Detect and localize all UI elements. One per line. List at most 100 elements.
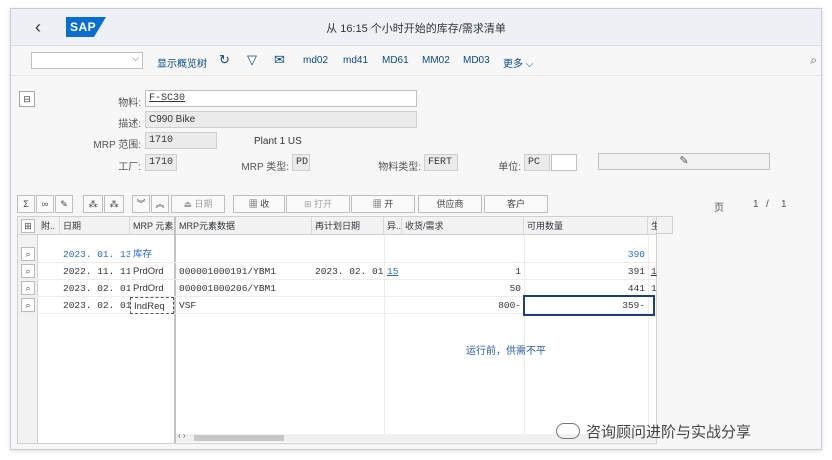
cell-date: 2022. 11. 11 [63,266,130,277]
description-field: C990 Bike [145,111,417,128]
material-label: 物料: [118,98,141,109]
md41-button[interactable]: md41 [343,55,368,66]
material-type-label: 物料类型: [378,162,421,173]
search-icon[interactable]: ⌕ [810,53,817,68]
unit-label: 单位: [498,162,521,173]
unit-extra-field[interactable] [551,154,577,171]
sum-button[interactable]: Σ [17,195,35,213]
page-label: 页 [714,203,724,214]
app-toolbar: ⌵ 显示概览树 ↻ ▽ ✉ md02 md41 MD61 MM02 MD03 更… [11,46,821,76]
watermark: 咨询顾问进阶与实战分享 [556,421,751,442]
cell-element-data: VSF [179,300,197,311]
cell-exception-link[interactable]: 15 [384,263,402,280]
mrp-area-text: Plant 1 US [254,136,302,147]
cell-extra[interactable]: 1 [648,263,658,280]
filter-icon[interactable]: ▽ [247,52,257,68]
grid-right-strip [657,216,673,234]
material-type-field: FERT [424,154,458,171]
refresh-icon[interactable]: ↻ [219,52,230,68]
more-menu[interactable]: 更多 ⌵ [503,55,533,70]
plant-label: 工厂: [118,162,141,173]
wechat-icon [556,423,580,439]
cell-element: PrdOrd [133,266,164,277]
description-label: 描述: [118,119,141,130]
edit-icon: ✎ [679,155,689,167]
vendor-button[interactable]: 供应商 [418,195,482,213]
cell-date: 2023. 01. 13 [63,249,130,260]
cell-reschedule: 2023. 02. 01 [315,266,384,277]
customer-button[interactable]: 客户 [484,195,548,213]
cell-quantity: 1 [515,266,521,277]
unit-field: PC [524,154,550,171]
mail-icon[interactable]: ✉ [274,52,285,68]
receipt-button[interactable]: ▦ 收 [233,195,285,213]
col-available-qty[interactable]: 可用数量 [524,217,648,235]
open2-button-label: 开 [384,199,394,209]
col-reschedule-date[interactable]: 再计划日期 [312,217,384,235]
mm02-button[interactable]: MM02 [422,55,450,66]
cell-element-data: 000001000191/YBM1 [179,266,276,277]
zoom-icon[interactable]: ⌕ [21,264,35,278]
scroll-thumb[interactable] [194,435,284,441]
group2-icon[interactable]: ⁂ [104,195,124,213]
more-label: 更多 [503,59,523,70]
col-date[interactable]: 日期 [60,217,130,235]
col-receipt-requirement[interactable]: 收货/需求 [402,217,524,235]
cell-date: 2023. 02. 01 [63,283,130,294]
shell-header: ‹ SAP 从 16:15 个小时开始的库存/需求清单 [11,9,821,46]
show-overview-tree-button[interactable]: 显示概览树 [157,55,207,70]
mrp-type-label: MRP 类型: [241,162,289,173]
expand-down-icon[interactable]: ︾ [132,195,150,213]
mrp-grid: ⊞ 附.. 日期 MRP 元素 MRP元素数据 再计划日期 异.. 收货/需求 … [17,216,658,444]
page-total: 1 [781,199,787,210]
scroll-arrows-icon[interactable]: ‹ › [178,431,186,440]
table-row[interactable]: ⌕ 2023. 01. 13 库存 390 [18,246,656,263]
grid-header: ⊞ 附.. 日期 MRP 元素 MRP元素数据 再计划日期 异.. 收货/需求 … [18,217,658,235]
open2-button[interactable]: ▦ 开 [351,195,415,213]
col-mrp-element[interactable]: MRP 元素 [130,217,176,235]
header-toggle-icon[interactable]: ⊟ [19,91,35,107]
group-icon[interactable]: ⁂ [83,195,103,213]
col-attachment[interactable]: 附.. [38,217,60,235]
cell-element-focused[interactable]: IndReq [130,297,174,314]
md03-button[interactable]: MD03 [463,55,490,66]
window-title: 从 16:15 个小时开始的库存/需求清单 [326,23,506,35]
cell-quantity: 800- [498,300,521,311]
mrp-area-field: 1710 [145,132,217,149]
variant-select[interactable]: ⌵ [31,52,143,69]
layout-icon[interactable]: ⊞ [21,219,35,233]
material-value: F-SC30 [149,93,186,104]
zoom-icon[interactable]: ⌕ [21,298,35,312]
table-row[interactable]: ⌕ 2022. 11. 11 PrdOrd 000001000191/YBM1 … [18,263,658,280]
date-button-label: 日期 [194,199,213,209]
status-message: 运行前，供需不平 [466,346,546,357]
col-exception[interactable]: 异.. [384,217,402,235]
col-mrp-element-data[interactable]: MRP元素数据 [176,217,312,235]
chevron-down-icon: ⌵ [132,53,139,63]
material-field[interactable]: F-SC30 [145,90,417,107]
cell-element: 库存 [133,249,153,260]
mrp-type-field: PD [292,154,310,171]
cell-quantity: 50 [509,283,521,294]
cell-element: PrdOrd [133,283,164,294]
glasses-icon[interactable]: ∞ [36,195,54,213]
open-button[interactable]: ⊞ 打开 [286,195,350,213]
cell-date: 2023. 02. 01 [63,300,130,311]
md02-button[interactable]: md02 [303,55,328,66]
mrp-area-label: MRP 范围: [93,140,141,151]
pencil-icon[interactable]: ✎ [55,195,73,213]
watermark-text: 咨询顾问进阶与实战分享 [586,424,752,441]
edit-button[interactable]: ✎ [598,153,770,170]
collapse-up-icon[interactable]: ︽ [151,195,169,213]
zoom-icon[interactable]: ⌕ [21,247,35,261]
cell-available: 390 [627,249,645,260]
sap-window: ‹ SAP 从 16:15 个小时开始的库存/需求清单 ⌵ 显示概览树 ↻ ▽ … [10,8,822,450]
receipt-button-label: 收 [260,199,270,209]
cell-available: 391 [627,266,645,277]
zoom-icon[interactable]: ⌕ [21,281,35,295]
page-sep: / [766,199,769,210]
date-button[interactable]: ⏏ 日期 [171,195,225,213]
open-button-label: 打开 [314,199,333,209]
md61-button[interactable]: MD61 [382,55,409,66]
cell-element-data: 000001000206/YBM1 [179,283,276,294]
